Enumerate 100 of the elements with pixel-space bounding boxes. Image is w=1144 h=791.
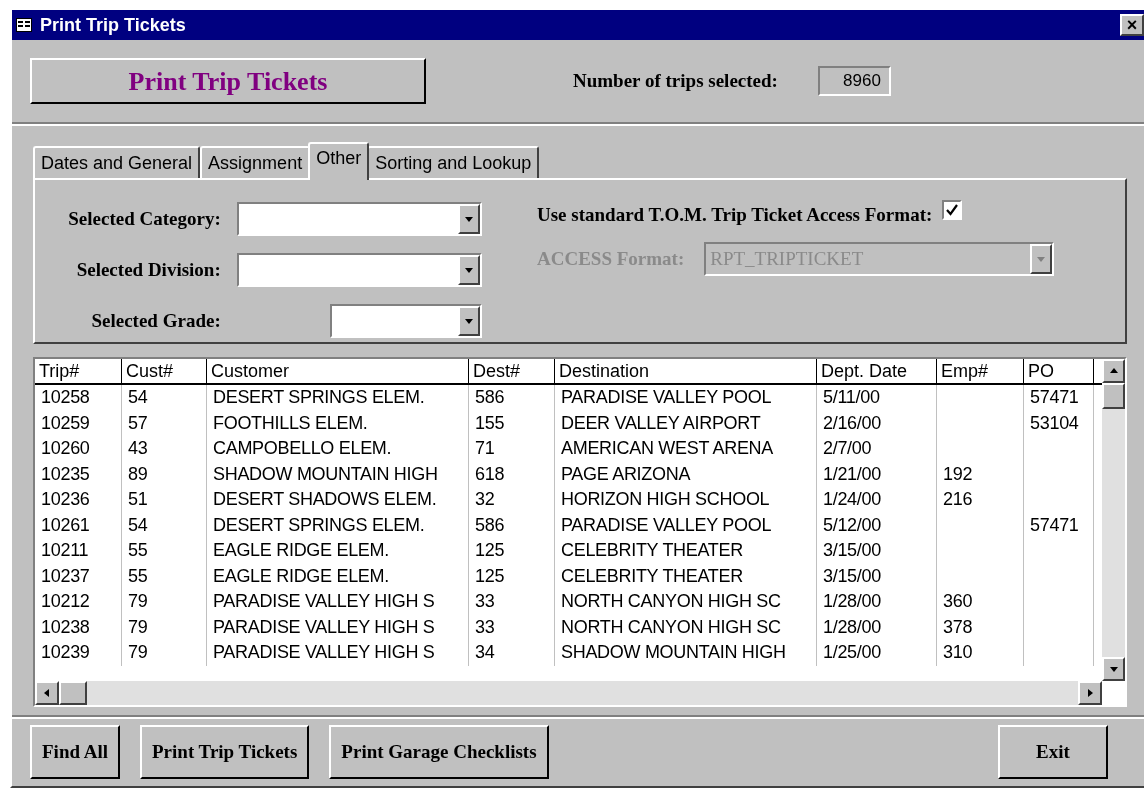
table-cell: 43: [128, 438, 148, 458]
table-cell: DESERT SPRINGS ELEM.: [213, 514, 425, 535]
filter-label: Selected Grade:: [91, 308, 221, 333]
tab[interactable]: Assignment: [200, 146, 311, 178]
table-cell: CAMPOBELLO ELEM.: [213, 438, 392, 458]
table-cell: 1/28/00: [823, 591, 881, 611]
table-cell: SHADOW MOUNTAIN HIGH: [561, 642, 786, 662]
caret-icon: [463, 265, 474, 275]
table-cell: 1/25/00: [823, 642, 881, 662]
footer-button[interactable]: Exit: [998, 725, 1108, 779]
up-arrow-icon: [1108, 366, 1119, 376]
table-cell: 1/28/00: [823, 616, 881, 637]
count-field: 8960: [817, 66, 891, 96]
table-cell: 125: [475, 565, 505, 586]
table-cell: 89: [128, 463, 148, 484]
tab[interactable]: Sorting and Lookup: [367, 146, 540, 178]
column-header[interactable]: Dept. Date: [817, 359, 937, 383]
table-cell: 5/11/00: [823, 387, 880, 407]
column-header[interactable]: Destination: [555, 359, 817, 383]
table-cell: PAGE ARIZONA: [561, 463, 691, 484]
print-trip-tickets-button[interactable]: Print Trip Tickets: [30, 58, 426, 104]
table-cell: 360: [943, 591, 973, 611]
table-cell: 79: [128, 591, 148, 611]
table-cell: 5/12/00: [823, 514, 881, 535]
footer-button[interactable]: Print Trip Tickets: [140, 725, 310, 779]
table-cell: 10235: [41, 463, 90, 484]
form-icon: [16, 18, 32, 32]
table-cell: 2/16/00: [823, 412, 881, 433]
table-cell: 10211: [41, 540, 89, 560]
table-cell: 378: [943, 616, 973, 637]
table-cell: PARADISE VALLEY HIGH S: [213, 591, 435, 611]
table-cell: 10212: [41, 591, 90, 611]
table-cell: DESERT SPRINGS ELEM.: [213, 387, 425, 407]
column-header[interactable]: Dest#: [469, 359, 555, 383]
table-cell: 10261: [41, 514, 90, 535]
table-cell: NORTH CANYON HIGH SC: [561, 591, 781, 611]
table-cell: DESERT SHADOWS ELEM.: [213, 489, 437, 509]
table-cell: 53104: [1030, 412, 1079, 433]
tab[interactable]: Dates and General: [33, 146, 201, 178]
table-cell: PARADISE VALLEY HIGH S: [213, 642, 435, 662]
check-icon: [946, 204, 959, 216]
footer-button[interactable]: Print Garage Checklists: [329, 725, 549, 779]
table-cell: 1/24/00: [823, 489, 881, 509]
dropdown-field[interactable]: [329, 304, 482, 338]
dropdown-field[interactable]: [236, 202, 482, 236]
table-cell: 618: [475, 463, 505, 484]
dropdown-field[interactable]: [236, 253, 482, 287]
table-cell: 10259: [41, 412, 90, 433]
table-cell: 10260: [41, 438, 90, 458]
table-cell: 3/15/00: [823, 540, 881, 560]
table-cell: HORIZON HIGH SCHOOL: [561, 489, 770, 509]
column-header[interactable]: Customer: [207, 359, 469, 383]
close-button[interactable]: ×: [1120, 14, 1144, 36]
vertical-scrollbar[interactable]: [1102, 359, 1125, 681]
scroll-thumb[interactable]: [1102, 383, 1125, 409]
table-cell: 55: [128, 540, 148, 560]
table-cell: 192: [943, 463, 973, 484]
tab[interactable]: Other: [308, 142, 370, 180]
table-cell: 10238: [41, 616, 90, 637]
table-cell: EAGLE RIDGE ELEM.: [213, 565, 389, 586]
table-cell: 34: [475, 642, 495, 662]
column-header[interactable]: PO: [1024, 359, 1094, 383]
table-cell: CELEBRITY THEATER: [561, 565, 743, 586]
table-cell: CELEBRITY THEATER: [561, 540, 743, 560]
table-cell: 55: [128, 565, 148, 586]
window-title: Print Trip Tickets: [40, 13, 187, 37]
footer-button[interactable]: Find All: [30, 725, 120, 779]
table-cell: AMERICAN WEST ARENA: [561, 438, 773, 458]
table-cell: 310: [943, 642, 973, 662]
table-cell: 3/15/00: [823, 565, 881, 586]
left-arrow-icon: [42, 688, 52, 698]
table-cell: 33: [475, 591, 495, 611]
table-cell: 54: [128, 514, 148, 535]
table-cell: 10239: [41, 642, 90, 662]
table-cell: SHADOW MOUNTAIN HIGH: [213, 463, 438, 484]
caret-icon: [463, 214, 474, 224]
right-arrow-icon: [1085, 688, 1095, 698]
table-cell: DEER VALLEY AIRPORT: [561, 412, 761, 433]
count-label: Number of trips selected:: [573, 68, 778, 93]
column-header[interactable]: Trip#: [35, 359, 122, 383]
table-cell: 10237: [41, 565, 90, 586]
table-cell: FOOTHILLS ELEM.: [213, 412, 368, 433]
down-arrow-icon: [1108, 664, 1119, 674]
table-cell: 54: [128, 387, 148, 407]
table-cell: 10258: [41, 387, 90, 407]
table-cell: 57471: [1030, 514, 1079, 535]
column-header[interactable]: Emp#: [937, 359, 1024, 383]
table-cell: EAGLE RIDGE ELEM.: [213, 540, 389, 560]
table-cell: 51: [128, 489, 148, 509]
table-cell: 33: [475, 616, 495, 637]
horizontal-scrollbar[interactable]: [35, 681, 1102, 705]
table-cell: 586: [475, 387, 505, 407]
filter-label: Selected Division:: [76, 257, 221, 282]
table-cell: 216: [943, 489, 973, 509]
caret-icon: [463, 316, 474, 326]
scroll-thumb[interactable]: [59, 681, 87, 705]
column-header[interactable]: Cust#: [122, 359, 207, 383]
table-cell: 57471: [1030, 387, 1079, 407]
table-cell: 32: [475, 489, 495, 509]
table-cell: 79: [128, 616, 148, 637]
